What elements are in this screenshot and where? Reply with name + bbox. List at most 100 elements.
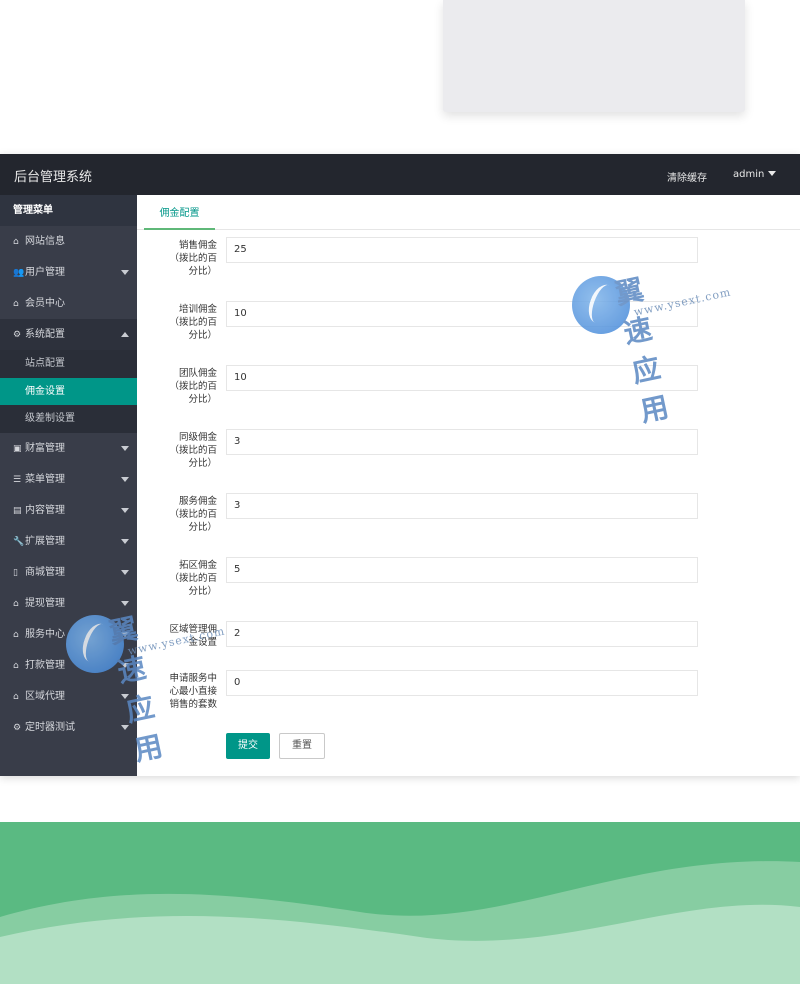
sidebar-item-label: 会员中心 xyxy=(25,298,65,309)
clear-cache-link[interactable]: 清除缓存 xyxy=(667,169,707,184)
sidebar-item-label: 内容管理 xyxy=(25,504,65,516)
users-icon: 👥 xyxy=(13,268,25,278)
field-label: 服务佣金 （拨比的百分比） xyxy=(157,495,217,534)
sidebar-item-label: 财富管理 xyxy=(25,442,65,454)
home-icon: ⌂ xyxy=(13,299,19,309)
home-icon: ⌂ xyxy=(13,237,19,247)
field-label-line: 分比） xyxy=(188,458,217,469)
chevron-down-icon xyxy=(121,507,129,513)
sidebar-item-label: 商城管理 xyxy=(25,566,65,578)
reset-button[interactable]: 重置 xyxy=(279,733,325,759)
sidebar-item-label: 区域代理 xyxy=(25,690,65,702)
field-label: 同级佣金 （拨比的百分比） xyxy=(157,431,217,470)
money-icon: ▣ xyxy=(13,443,22,454)
sidebar-item[interactable]: 👥用户管理 xyxy=(0,257,137,288)
sidebar-item-label: 服务中心 xyxy=(25,628,65,640)
field-label-line: 心最小直接 xyxy=(169,686,217,697)
chevron-down-icon xyxy=(121,569,129,575)
field-label: 申请服务中心最小直接销售的套数 xyxy=(157,672,217,711)
field-input[interactable]: 10 xyxy=(226,365,698,391)
sidebar-item[interactable]: ⌂ 网站信息 xyxy=(0,226,137,257)
sidebar-item[interactable]: ⌂ 会员中心 xyxy=(0,288,137,319)
sidebar-item-label: 打款管理 xyxy=(25,659,65,671)
sidebar-item[interactable]: ⚙ 定时器测试 xyxy=(0,712,137,743)
sidebar-item-label: 用户管理 xyxy=(25,267,65,278)
field-input[interactable]: 5 xyxy=(226,557,698,583)
field-label-line: 服务佣金 xyxy=(178,496,217,507)
tab-bar: 佣金配置 xyxy=(137,195,800,230)
field-input[interactable]: 25 xyxy=(226,237,698,263)
home-icon: ⌂ xyxy=(13,691,19,702)
sidebar-item[interactable]: ▣ 财富管理 xyxy=(0,433,137,464)
top-decorative-card xyxy=(443,0,745,112)
field-label-line: 分比） xyxy=(188,394,217,405)
field-label-line: 分比） xyxy=(188,586,217,597)
field-label-line: （拨比的百 xyxy=(169,509,217,520)
field-label-line: 销售的套数 xyxy=(169,699,217,710)
field-input[interactable]: 3 xyxy=(226,429,698,455)
chevron-down-icon xyxy=(121,476,129,482)
field-label-line: （拨比的百 xyxy=(169,445,217,456)
field-label: 培训佣金 （拨比的百分比） xyxy=(157,303,217,342)
home-icon: ⌂ xyxy=(13,598,19,609)
sidebar-item[interactable]: ⚙ 系统配置 xyxy=(0,319,137,350)
sidebar-item[interactable]: ☰ 菜单管理 xyxy=(0,464,137,495)
wrench-icon: 🔧 xyxy=(13,536,25,547)
top-navbar: 后台管理系统 清除缓存 admin xyxy=(0,154,800,195)
submit-button[interactable]: 提交 xyxy=(226,733,270,759)
field-label-line: 分比） xyxy=(188,330,217,341)
user-name: admin xyxy=(733,169,765,180)
field-label-line: 同级佣金 xyxy=(178,432,217,443)
field-label-line: 拓区佣金 xyxy=(178,560,217,571)
sidebar-item-label: 系统配置 xyxy=(25,329,65,340)
mobile-icon: ▯ xyxy=(13,567,18,578)
field-label-line: 分比） xyxy=(188,522,217,533)
chevron-down-icon xyxy=(121,538,129,544)
sidebar-subitem[interactable]: 佣金设置 xyxy=(0,377,137,405)
user-menu[interactable]: admin xyxy=(733,169,777,180)
sidebar-item[interactable]: ▯ 商城管理 xyxy=(0,557,137,588)
chevron-down-icon xyxy=(121,600,129,606)
sidebar-heading: 管理菜单 xyxy=(0,195,137,226)
bottom-wave-decoration xyxy=(0,822,800,984)
field-label-line: 申请服务中 xyxy=(169,673,217,684)
field-label-line: （拨比的百 xyxy=(169,317,217,328)
field-label-line: 分比） xyxy=(188,266,217,277)
chevron-down-icon xyxy=(121,445,129,451)
field-input[interactable]: 3 xyxy=(226,493,698,519)
sidebar-item-label: 菜单管理 xyxy=(25,473,65,485)
file-icon: ▤ xyxy=(13,505,22,516)
sidebar-item-label: 网站信息 xyxy=(25,236,65,247)
field-input[interactable]: 2 xyxy=(226,621,698,647)
sidebar-subitem[interactable]: 站点配置 xyxy=(0,350,137,378)
page: 后台管理系统 清除缓存 admin 管理菜单 ⌂ 网站信息 👥用户管理 ⌂ 会员中心 ⚙ 系… xyxy=(0,0,800,984)
sidebar-item-label: 定时器测试 xyxy=(25,721,75,733)
home-icon: ⌂ xyxy=(13,629,19,640)
field-label-line: （拨比的百 xyxy=(169,381,217,392)
field-label-line: （拨比的百 xyxy=(169,253,217,264)
bars-icon: ☰ xyxy=(13,474,22,485)
gears-icon: ⚙ xyxy=(13,722,22,733)
home-icon: ⌂ xyxy=(13,660,19,671)
field-label: 销售佣金 （拨比的百 分比） xyxy=(157,239,217,278)
field-input[interactable]: 0 xyxy=(226,670,698,696)
sidebar-item[interactable]: 🔧扩展管理 xyxy=(0,526,137,557)
sidebar-submenu: 站点配置 佣金设置 级差制设置 xyxy=(0,350,137,433)
sidebar-item[interactable]: ⌂ 区域代理 xyxy=(0,681,137,712)
field-label-line: （拨比的百 xyxy=(169,573,217,584)
field-label: 团队佣金 （拨比的百分比） xyxy=(157,367,217,406)
field-label-line: 培训佣金 xyxy=(178,304,217,315)
main-content: 佣金配置 销售佣金 （拨比的百 分比） 25 培训佣金 （拨比的百 分比） 10 团队佣金 （拨比… xyxy=(137,195,800,776)
sidebar: 管理菜单 ⌂ 网站信息 👥用户管理 ⌂ 会员中心 ⚙ 系统配置 站点配置 佣金设置 级差制设置 ▣ 财… xyxy=(0,195,137,776)
app-title: 后台管理系统 xyxy=(14,170,93,185)
tab-commission-config[interactable]: 佣金配置 xyxy=(144,195,215,230)
chevron-down-icon xyxy=(121,724,129,730)
sidebar-item-label: 提现管理 xyxy=(25,597,65,609)
field-label-line: 团队佣金 xyxy=(178,368,217,379)
field-label: 拓区佣金 （拨比的百分比） xyxy=(157,559,217,598)
chevron-up-icon xyxy=(121,332,129,337)
sidebar-item[interactable]: ▤ 内容管理 xyxy=(0,495,137,526)
sidebar-subitem[interactable]: 级差制设置 xyxy=(0,405,137,433)
sidebar-item-label: 扩展管理 xyxy=(25,535,65,547)
gears-icon: ⚙ xyxy=(13,330,22,340)
